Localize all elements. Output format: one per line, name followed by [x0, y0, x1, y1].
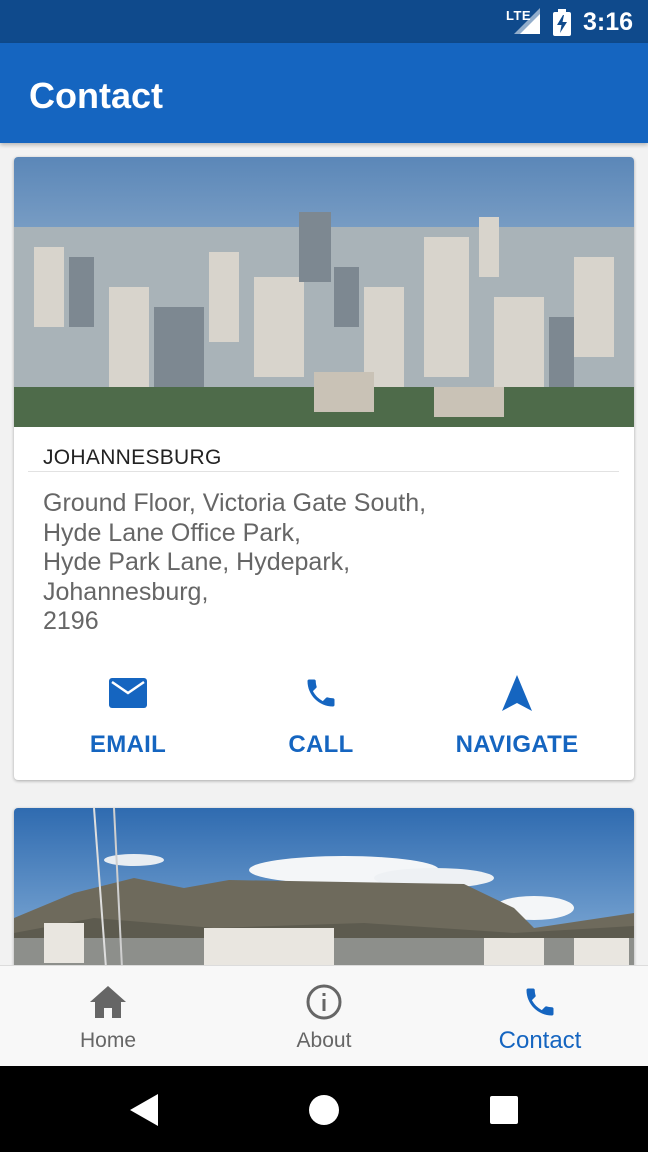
office-card — [14, 808, 634, 965]
nav-about[interactable]: About — [216, 966, 432, 1066]
system-navigation-bar — [0, 1066, 648, 1152]
clock: 3:16 — [583, 8, 634, 36]
navigate-label: NAVIGATE — [455, 731, 579, 758]
navigate-button[interactable]: NAVIGATE — [432, 673, 602, 763]
address-line: 2196 — [43, 607, 99, 635]
divider — [28, 471, 619, 472]
nav-contact-label: Contact — [498, 1027, 582, 1054]
info-icon — [216, 982, 432, 1022]
address-line: Johannesburg, — [43, 577, 209, 606]
nav-home-label: Home — [79, 1029, 137, 1052]
app-bar: Contact — [0, 43, 648, 143]
city-skyline-image — [14, 157, 634, 427]
bottom-navigation: Home About Contact — [0, 965, 648, 1066]
home-circle-icon — [309, 1095, 339, 1125]
recent-apps-button[interactable] — [484, 1092, 524, 1128]
email-button[interactable]: EMAIL — [43, 673, 213, 763]
home-icon — [0, 982, 216, 1022]
recent-apps-square-icon — [490, 1096, 518, 1124]
call-button[interactable]: CALL — [236, 673, 406, 763]
contact-list[interactable]: JOHANNESBURG Ground Floor, Victoria Gate… — [0, 143, 648, 965]
office-address: Ground Floor, Victoria Gate South, Hyde … — [43, 489, 603, 637]
nav-contact[interactable]: Contact — [432, 966, 648, 1066]
page-title: Contact — [29, 75, 163, 116]
office-card: JOHANNESBURG Ground Floor, Victoria Gate… — [14, 157, 634, 780]
nav-about-label: About — [296, 1029, 352, 1052]
phone-icon — [236, 673, 406, 713]
address-line: Hyde Lane Office Park, — [43, 518, 302, 547]
nav-home[interactable]: Home — [0, 966, 216, 1066]
back-button[interactable] — [124, 1092, 164, 1128]
network-type: LTE — [506, 8, 532, 23]
office-city: JOHANNESBURG — [43, 446, 222, 469]
email-label: EMAIL — [89, 731, 167, 758]
address-line: Hyde Park Lane, Hydepark, — [43, 548, 351, 576]
call-label: CALL — [288, 731, 354, 758]
email-icon — [43, 673, 213, 713]
status-bar: LTE 3:16 — [0, 0, 648, 43]
back-triangle-icon — [130, 1094, 158, 1126]
home-system-button[interactable] — [304, 1092, 344, 1128]
table-mountain-image — [14, 808, 634, 965]
address-line: Ground Floor, Victoria Gate South, — [43, 489, 427, 517]
phone-icon — [432, 982, 648, 1022]
navigation-arrow-icon — [432, 673, 602, 713]
battery-charging-icon — [553, 9, 571, 36]
